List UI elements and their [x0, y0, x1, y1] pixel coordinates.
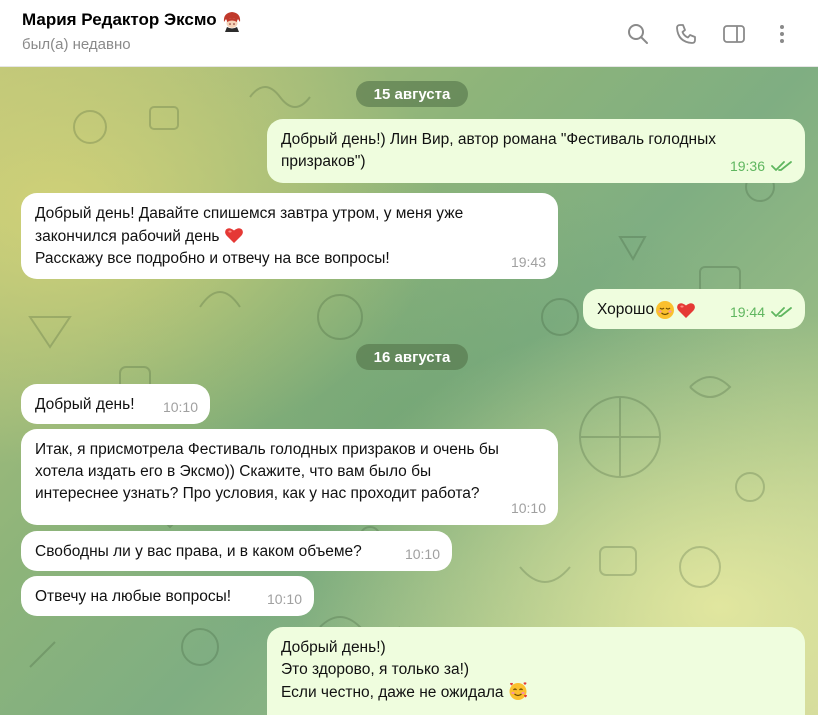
message-outgoing[interactable]: Хорошо 19:44 [583, 289, 805, 329]
message-text: Добрый день!) Это здорово, я только за!)… [281, 637, 791, 704]
search-icon [628, 24, 648, 44]
message-incoming[interactable]: Итак, я присмотрела Фестиваль голодных п… [21, 429, 558, 525]
message-text: Свободны ли у вас права, и в каком объем… [35, 543, 362, 560]
date-separator: 15 августа [356, 81, 468, 107]
header-toolbar [614, 20, 806, 48]
message-time: 10:10 [162, 399, 198, 415]
contact-name-row[interactable]: Мария Редактор Эксмо [22, 9, 243, 32]
heart-emoji-icon [224, 228, 243, 243]
heart-emoji-icon [677, 303, 695, 318]
more-button[interactable] [758, 20, 806, 48]
message-text: Отвечу на любые вопросы! [35, 588, 232, 605]
message-time: 19:44 [729, 304, 765, 320]
contact-name[interactable]: Мария Редактор Эксмо [22, 10, 217, 30]
message-line: Расскажу все подробно и отвечу на все во… [35, 250, 390, 267]
message-outgoing[interactable]: Добрый день!) Это здорово, я только за!)… [267, 627, 805, 715]
message-meta: 19:43 [511, 251, 546, 273]
relieved-face-emoji-icon [656, 301, 675, 319]
message-line: закончился рабочий день [35, 225, 544, 248]
message-incoming[interactable]: Отвечу на любые вопросы! 10:10 [21, 576, 314, 616]
message-time: 19:43 [510, 254, 546, 270]
chat-area[interactable]: 15 августа Добрый день!) Лин Вир, автор … [0, 67, 818, 715]
phone-icon [676, 24, 696, 44]
message-line: Добрый день! Давайте спишемся завтра утр… [35, 205, 464, 222]
message-text: Добрый день!) Лин Вир, автор романа "Фес… [281, 131, 716, 170]
message-meta: 10:10 [163, 396, 198, 418]
message-time: 10:10 [266, 591, 302, 607]
message-meta: 19:44 [730, 301, 793, 323]
message-incoming[interactable]: Свободны ли у вас права, и в каком объем… [21, 531, 452, 571]
message-time: 10:10 [510, 500, 546, 516]
chat-header: Мария Редактор Эксмо был(а) недавно [0, 0, 818, 67]
message-outgoing[interactable]: Добрый день!) Лин Вир, автор романа "Фес… [267, 119, 805, 183]
message-meta: 10:10 [511, 497, 546, 519]
message-line: Это здорово, я только за!) [281, 661, 470, 678]
toggle-sidebar-button[interactable] [710, 20, 758, 48]
message-incoming[interactable]: Добрый день! Давайте спишемся завтра утр… [21, 193, 558, 279]
contact-status: был(а) недавно [22, 36, 131, 53]
call-button[interactable] [662, 20, 710, 48]
message-text: Добрый день! Давайте спишемся завтра утр… [35, 203, 544, 270]
message-time: 19:36 [729, 158, 765, 174]
message-line: Добрый день!) [281, 639, 386, 656]
message-meta: 19:36 [730, 155, 793, 177]
double-check-icon [771, 307, 792, 317]
character-emoji-icon [223, 12, 240, 32]
double-check-icon [771, 161, 792, 171]
message-line: Если честно, даже не ожидала [281, 681, 791, 704]
smiling-face-with-hearts-emoji-icon [509, 682, 527, 700]
search-button[interactable] [614, 20, 662, 48]
sidebar-icon [723, 25, 745, 43]
message-incoming[interactable]: Добрый день! 10:10 [21, 384, 210, 424]
message-meta: 10:10 [405, 543, 440, 565]
message-time: 10:10 [404, 546, 440, 562]
message-meta: 10:10 [267, 588, 302, 610]
more-icon [780, 25, 784, 43]
date-separator: 16 августа [356, 344, 468, 370]
message-text: Итак, я присмотрела Фестиваль голодных п… [35, 441, 499, 502]
